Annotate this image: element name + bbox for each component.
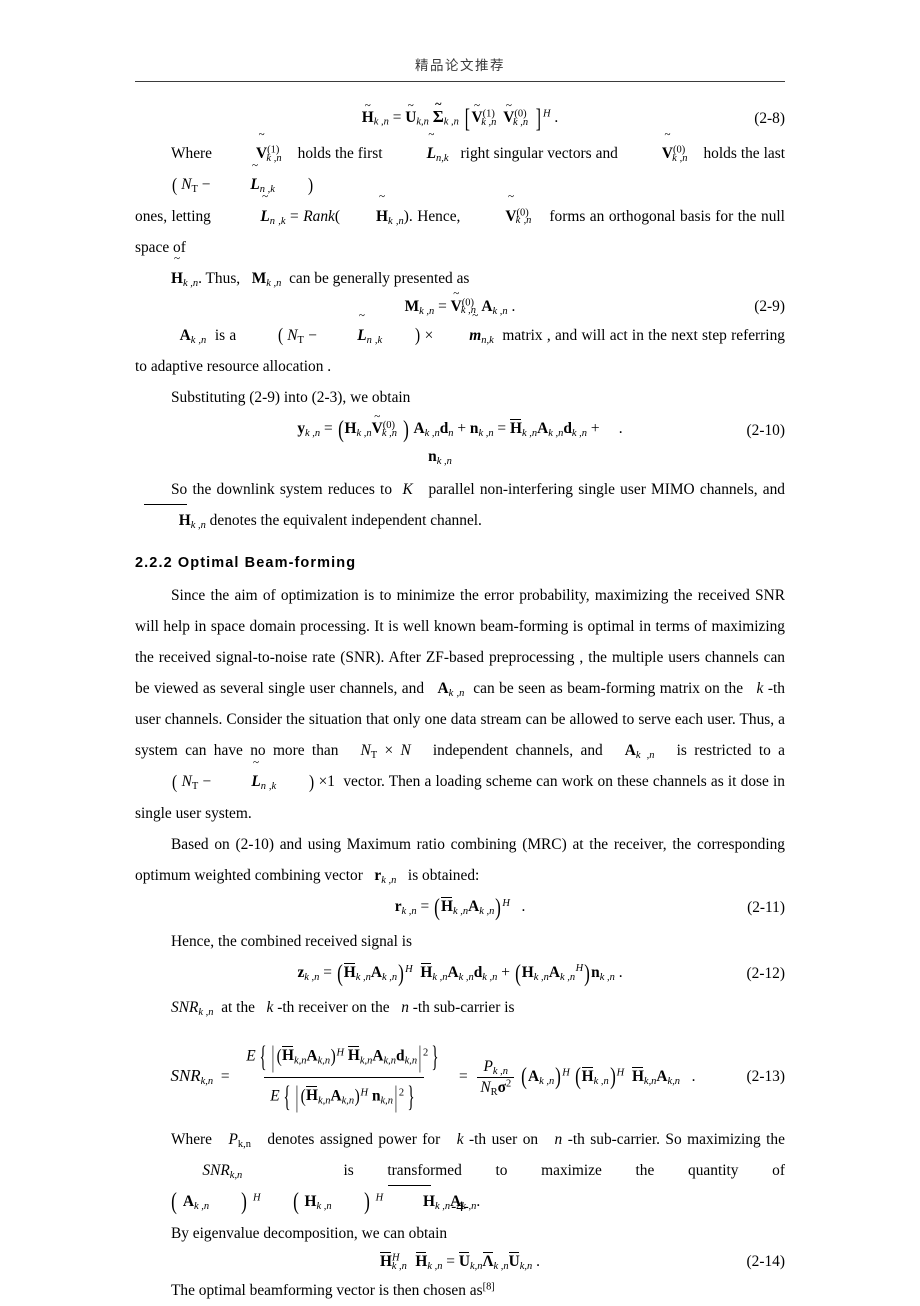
text-pwr-e: is transformed to maximize the quantity …	[343, 1161, 786, 1179]
text-pwr-d: -th sub-carrier. So maximizing the	[567, 1130, 785, 1148]
text-ones-letting: ones, letting	[135, 207, 211, 225]
text-opt-b: can be seen as beam-forming matrix on th…	[473, 680, 744, 698]
text-snr-a: at the	[221, 998, 255, 1016]
paragraph-optimal-bf: The optimal beamforming vector is then c…	[135, 1275, 785, 1306]
equation-2-12-row: zk ,n = (Hk ,nAk ,n)H Hk ,nAk ,ndk ,n + …	[135, 961, 785, 988]
text-where: Where	[171, 145, 213, 162]
equation-2-10: yk ,n = (Hk ,n ~ V(0)k ,n) Ak ,ndn + nk ,n…	[297, 411, 623, 444]
equation-2-13-number: (2-13)	[746, 1068, 785, 1086]
paragraph-downlink: So the downlink system reduces to K para…	[135, 474, 785, 536]
equation-2-10-row: yk ,n = (Hk ,n ~ V(0)k ,n) Ak ,ndn + nk ,n…	[135, 411, 785, 444]
equation-2-12: zk ,n = (Hk ,nAk ,n)H Hk ,nAk ,ndk ,n + …	[297, 960, 623, 987]
equation-2-8-number: (2-8)	[754, 110, 785, 127]
paragraph-mrc: Based on (2-10) and using Maximum ratio …	[135, 835, 785, 886]
text-pwr-b: denotes assigned power for	[267, 1130, 441, 1148]
equation-2-13-row: SNRk,n = E{|(Hk,nAk,n)H Hk,nAk,ndk,n| 2} …	[135, 1041, 785, 1114]
paragraph-eigen: By eigenvalue decomposition, we can obta…	[171, 1225, 448, 1243]
text-snr-c: -th sub-carrier is	[412, 998, 515, 1016]
equation-2-14-number: (2-14)	[746, 1253, 785, 1271]
text-holds-last: holds the last	[703, 145, 786, 162]
equation-2-9-number: (2-9)	[754, 297, 785, 315]
equation-2-14: HHk ,n Hk ,n = Uk,n Λk ,n Uk,n .	[380, 1252, 540, 1273]
text-obf: The optimal beamforming vector is then c…	[171, 1282, 483, 1300]
text-snr-b: -th receiver on the	[277, 998, 390, 1016]
equation-2-11-row: rk ,n = (Hk ,nAk ,n)H . (2-11)	[135, 895, 785, 922]
header-divider	[135, 81, 785, 82]
equation-2-14-row: HHk ,n Hk ,n = Uk,n Λk ,n Uk,n . (2-14)	[135, 1252, 785, 1273]
equation-2-11: rk ,n = (Hk ,nAk ,n)H .	[394, 894, 526, 921]
text-is-a: is a	[214, 326, 237, 344]
text-right-singular: right singular vectors and	[460, 145, 618, 162]
page-header: 精品论文推荐	[135, 56, 785, 82]
text-downlink-b: parallel non-interfering single user MIM…	[428, 481, 786, 499]
document-page: 精品论文推荐 ~ Hk ,n = ~ Uk,n ~ Σk ,n [~ V(1)k ,n ~…	[0, 0, 920, 1300]
text-pwr-a: Where	[171, 1130, 213, 1148]
text-hence: . Hence,	[408, 207, 461, 225]
section-heading-222: 2.2.2 Optimal Beam-forming	[135, 555, 357, 572]
text-opt-d: independent channels, and	[432, 742, 603, 760]
equation-2-10-number: (2-10)	[746, 421, 785, 439]
text-generally-presented: can be generally presented as	[289, 269, 470, 287]
paragraph-substituting: Substituting (2-9) into (2-3), we obtain	[171, 389, 411, 407]
paragraph-where-v1: Where ~ V(1)k ,n holds the first L ~ n,k ri…	[135, 128, 786, 289]
equation-2-13: SNRk,n = E{|(Hk,nAk,n)H Hk,nAk,ndk,n| 2} …	[170, 1040, 696, 1113]
paragraph-snr-def: SNRk ,n at the k -th receiver on the n -…	[171, 998, 515, 1018]
text-thus: . Thus,	[198, 269, 241, 287]
equation-2-11-number: (2-11)	[747, 899, 785, 917]
text-downlink-a: So the downlink system reduces to	[171, 481, 393, 499]
equation-2-12-number: (2-12)	[746, 965, 785, 983]
citation-ref-8: [8]	[482, 1281, 495, 1293]
text-opt-e: is restricted to a	[676, 742, 785, 760]
page-number: -4-	[451, 1199, 469, 1215]
paragraph-combined-signal: Hence, the combined received signal is	[171, 932, 413, 950]
text-holds-first: holds the first	[297, 145, 383, 162]
paragraph-a-matrix: Ak ,n is a (NT − L ~ n ,k) × m ~ n,k matrix , …	[135, 310, 785, 376]
text-downlink-c: denotes the equivalent independent chann…	[209, 512, 482, 530]
equation-2-10-overflow: nk ,n	[428, 448, 452, 467]
header-title: 精品论文推荐	[415, 58, 505, 74]
paragraph-optimization: Since the aim of optimization is to mini…	[135, 587, 785, 822]
text-mrc-b: is obtained:	[407, 866, 480, 884]
text-pwr-c: -th user on	[469, 1130, 539, 1148]
